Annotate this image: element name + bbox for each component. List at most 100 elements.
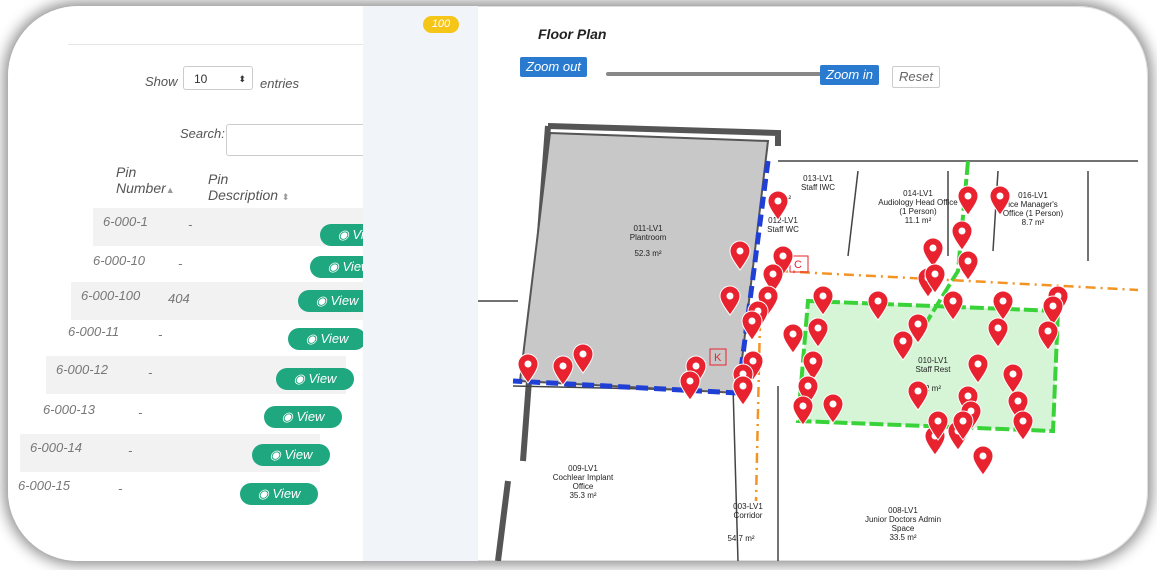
pin-number-cell: 6-000-1 <box>103 214 148 229</box>
room-label: 003-LV1 <box>733 502 763 511</box>
map-pin-icon[interactable] <box>782 323 804 354</box>
pin-number-cell: 6-000-12 <box>56 362 109 377</box>
plantroom-area <box>518 131 770 395</box>
map-pin-icon[interactable] <box>732 375 754 406</box>
select-arrows-icon: ⬍ <box>238 74 246 84</box>
map-pin-icon[interactable] <box>957 250 979 281</box>
zoom-out-button[interactable]: Zoom out <box>520 57 587 77</box>
sort-icon: ⬍ <box>281 192 290 202</box>
room-label: Plantroom <box>630 233 667 242</box>
room-area: 54.7 m² <box>727 534 754 543</box>
pin-description-cell: - <box>158 327 163 342</box>
pin-description-cell: 404 <box>168 291 190 306</box>
pin-number-cell: 6-000-100 <box>81 288 141 303</box>
room-area: 8.7 m² <box>1022 218 1045 227</box>
floor-plan-canvas[interactable]: 013-LV1 Staff IWC 3 m² 014-LV1 Audiology… <box>478 101 1138 561</box>
reset-button[interactable]: Reset <box>892 66 940 88</box>
zone-marker: K <box>714 352 722 364</box>
view-button[interactable]: ◉ View <box>264 406 342 428</box>
column-header-pin-number[interactable]: Pin Number▲ <box>116 164 175 198</box>
view-button[interactable]: ◉ View <box>276 368 354 390</box>
room-label: 016-LV1 <box>1018 191 1048 200</box>
room-area: 35.3 m² <box>569 491 596 500</box>
eye-icon: ◉ <box>269 447 285 462</box>
pin-list-panel: Show 10 ⬍ entries Search: Pin Number▲ Pin… <box>8 6 440 561</box>
view-label: View <box>272 486 301 501</box>
room-area: 11.1 m² <box>905 216 932 225</box>
header-label: Pin <box>208 171 229 187</box>
app-window: Show 10 ⬍ entries Search: Pin Number▲ Pin… <box>8 6 1148 561</box>
zoom-in-button[interactable]: Zoom in <box>820 65 879 85</box>
search-label: Search: <box>180 126 225 141</box>
eye-icon: ◉ <box>293 371 309 386</box>
map-pin-icon[interactable] <box>922 237 944 268</box>
map-pin-icon[interactable] <box>951 220 973 251</box>
sort-asc-icon: ▲ <box>165 185 175 195</box>
count-badge: 100 <box>423 16 459 33</box>
map-pin-icon[interactable] <box>1012 410 1034 441</box>
eye-icon: ◉ <box>337 227 353 242</box>
view-button[interactable]: ◉ View <box>288 328 366 350</box>
view-label: View <box>296 409 325 424</box>
room-label: Cochlear Implant <box>553 473 614 482</box>
column-header-pin-description[interactable]: Pin Description ⬍ <box>208 171 289 205</box>
map-pin-icon[interactable] <box>972 445 994 476</box>
view-label: View <box>308 371 337 386</box>
pin-number-cell: 6-000-14 <box>30 440 83 455</box>
room-label: 011-LV1 <box>633 224 663 233</box>
room-label: 014-LV1 <box>903 189 933 198</box>
entries-label: entries <box>260 76 300 91</box>
room-area: 33.5 m² <box>889 533 916 542</box>
room-label: Space <box>892 524 915 533</box>
room-label: 008-LV1 <box>888 506 918 515</box>
pin-description-cell: - <box>118 481 123 496</box>
pin-description-cell: - <box>188 217 193 232</box>
header-label: Number <box>116 180 166 196</box>
view-button[interactable]: ◉ View <box>240 483 318 505</box>
map-pin-icon[interactable] <box>679 370 701 401</box>
room-label: Office (1 Person) <box>1003 209 1064 218</box>
room-label: ice Manager's <box>1008 200 1058 209</box>
show-label: Show <box>145 74 178 89</box>
panel-gutter <box>363 6 478 561</box>
eye-icon: ◉ <box>315 293 331 308</box>
pin-description-cell: - <box>178 256 183 271</box>
pin-description-cell: - <box>138 405 143 420</box>
entries-select[interactable]: 10 ⬍ <box>183 66 253 90</box>
zoom-slider[interactable] <box>606 72 824 76</box>
eye-icon: ◉ <box>281 409 297 424</box>
eye-icon: ◉ <box>257 486 273 501</box>
pin-number-cell: 6-000-10 <box>93 253 146 268</box>
entries-value: 10 <box>194 72 208 86</box>
view-label: View <box>284 447 313 462</box>
floor-plan-title: Floor Plan <box>538 26 607 42</box>
pin-description-cell: - <box>148 365 153 380</box>
room-label: (1 Person) <box>899 207 937 216</box>
room-label: 013-LV1 <box>803 174 833 183</box>
pin-number-cell: 6-000-11 <box>68 324 120 339</box>
room-label: Junior Doctors Admin <box>865 515 941 524</box>
view-label: View <box>330 293 359 308</box>
room-label: 009-LV1 <box>568 464 598 473</box>
room-area: 52.3 m² <box>634 249 661 258</box>
eye-icon: ◉ <box>305 331 321 346</box>
room-label: 010-LV1 <box>918 356 948 365</box>
view-label: View <box>320 331 349 346</box>
pin-number-cell: 6-000-15 <box>18 478 71 493</box>
zone-marker: C <box>794 259 802 271</box>
header-label: Description <box>208 187 279 203</box>
eye-icon: ◉ <box>327 259 343 274</box>
room-label: Staff Rest <box>916 365 952 374</box>
room-label: Staff IWC <box>801 183 835 192</box>
map-pin-icon[interactable] <box>957 185 979 216</box>
view-button[interactable]: ◉ View <box>252 444 330 466</box>
room-label: Corridor <box>734 511 763 520</box>
room-label: Office <box>573 482 594 491</box>
room-label: 012-LV1 <box>768 216 798 225</box>
pin-number-cell: 6-000-13 <box>43 402 96 417</box>
pin-description-cell: - <box>128 443 133 458</box>
header-label: Pin <box>116 164 137 180</box>
divider-line <box>68 44 368 45</box>
room-label: Audiology Head Office <box>878 198 958 207</box>
room-label: Staff WC <box>767 225 799 234</box>
